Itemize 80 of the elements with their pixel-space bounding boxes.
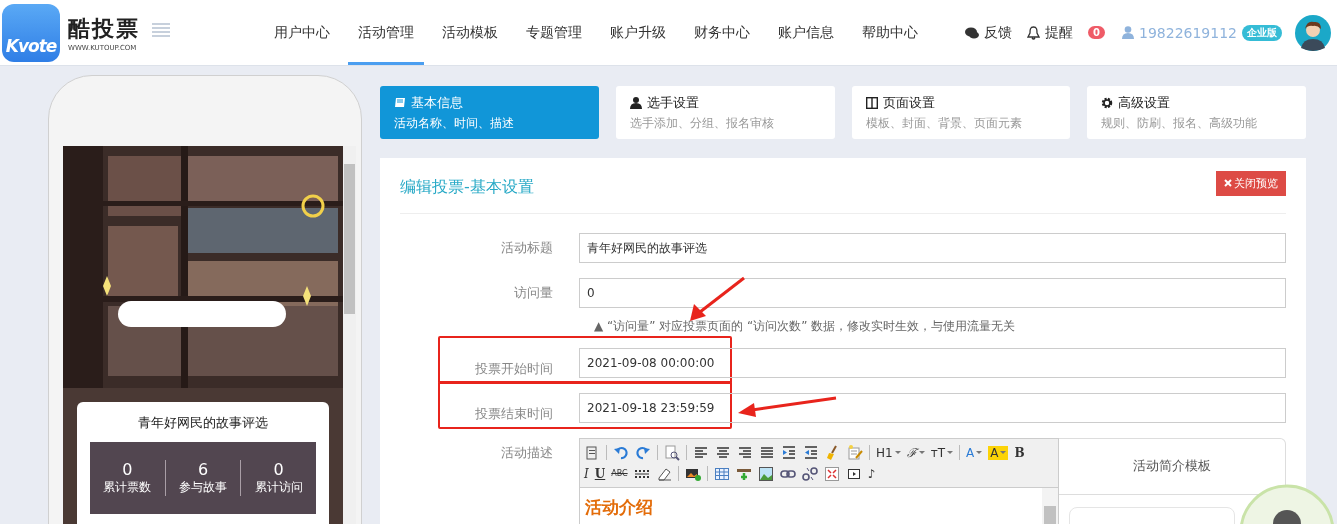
stat-label: 累计访问 bbox=[254, 479, 303, 496]
justify-icon[interactable] bbox=[759, 444, 775, 461]
stat-value: 6 bbox=[197, 460, 209, 479]
hint-text: ▲ “访问量” 对应投票页面的 “访问次数” 数据，修改实时生效，与使用流量无关 bbox=[594, 318, 1017, 335]
field-label: 访问量 bbox=[514, 284, 553, 302]
close-icon bbox=[1224, 179, 1232, 187]
columns-icon bbox=[865, 97, 878, 109]
nav-link[interactable]: 活动管理 bbox=[348, 0, 424, 65]
book-icon bbox=[394, 97, 406, 109]
scrollbar[interactable] bbox=[343, 146, 356, 524]
rich-text-editor[interactable]: H1 ℱ тT A A B I U ABC ♪ 活动介绍 bbox=[579, 438, 1059, 524]
image-icon[interactable] bbox=[757, 465, 774, 482]
user-icon bbox=[1122, 26, 1134, 39]
step-subtitle: 活动名称、时间、描述 bbox=[394, 116, 515, 131]
field-label: 投票结束时间 bbox=[475, 405, 553, 423]
step-title: 基本信息 bbox=[411, 94, 463, 112]
field-label: 活动描述 bbox=[501, 444, 553, 462]
indent-icon[interactable] bbox=[781, 444, 797, 461]
toolbar-button[interactable]: I bbox=[584, 466, 589, 481]
stat-value: 0 bbox=[273, 460, 284, 479]
fullscreen-icon[interactable] bbox=[823, 465, 840, 482]
floating-widget-icon[interactable] bbox=[1239, 484, 1335, 524]
step-tab[interactable]: 页面设置 模板、封面、背景、页面元素 bbox=[851, 86, 1071, 139]
settings-icon bbox=[1101, 97, 1114, 109]
toolbar-button[interactable]: ℱ bbox=[906, 444, 925, 461]
user-icon bbox=[629, 97, 642, 109]
plan-badge: 企业版 bbox=[1242, 24, 1282, 41]
logo-text: 酷投票 bbox=[68, 14, 140, 43]
input-field[interactable]: 0 bbox=[579, 278, 1286, 308]
step-tab[interactable]: 高级设置 规则、防刷、报名、高级功能 bbox=[1087, 86, 1306, 139]
nav-link[interactable]: 帮助中心 bbox=[852, 0, 928, 65]
align-center-icon[interactable] bbox=[715, 444, 731, 461]
editor-heading: 活动介绍 bbox=[585, 497, 653, 517]
toolbar-button[interactable]: H1 bbox=[876, 445, 901, 460]
panel-title: 编辑投票-基本设置 bbox=[400, 176, 534, 198]
stat-label: 累计票数 bbox=[103, 479, 152, 496]
input-field[interactable]: 青年好网民的故事评选 bbox=[579, 233, 1286, 263]
nav-link[interactable]: 活动模板 bbox=[432, 0, 508, 65]
toolbar-button[interactable]: B bbox=[1014, 445, 1025, 460]
nav-link[interactable]: 账户信息 bbox=[768, 0, 844, 65]
align-right-icon[interactable] bbox=[737, 444, 753, 461]
chat-icon bbox=[965, 26, 980, 39]
preview-title: 青年好网民的故事评选 bbox=[137, 414, 269, 432]
toolbar-button[interactable]: U bbox=[594, 466, 606, 481]
table-icon[interactable] bbox=[713, 465, 730, 482]
unlink-icon[interactable] bbox=[801, 465, 818, 482]
undo-icon[interactable] bbox=[613, 444, 629, 461]
reminder-link[interactable]: 提醒 bbox=[1045, 23, 1074, 42]
input-field[interactable]: 2021-09-18 23:59:59 bbox=[579, 393, 1286, 423]
nav-link[interactable]: 专题管理 bbox=[516, 0, 592, 65]
bell-icon bbox=[1027, 25, 1041, 40]
redo-icon[interactable] bbox=[635, 444, 651, 461]
stat-value: 0 bbox=[122, 460, 133, 479]
step-title: 高级设置 bbox=[1118, 94, 1171, 112]
nav-link[interactable]: 账户升级 bbox=[600, 0, 676, 65]
align-left-icon[interactable] bbox=[693, 444, 709, 461]
toolbar-button[interactable]: ♪ bbox=[867, 466, 876, 481]
toolbar-button[interactable]: тT bbox=[930, 445, 953, 460]
feedback-link[interactable]: 反馈 bbox=[984, 23, 1013, 42]
step-subtitle: 选手添加、分组、报名审核 bbox=[629, 116, 775, 131]
reminder-count: 0 bbox=[1088, 26, 1105, 39]
toolbar-button[interactable]: ABC bbox=[611, 469, 628, 478]
step-title: 页面设置 bbox=[882, 94, 935, 112]
close-preview-button[interactable]: 关闭预览 bbox=[1216, 170, 1286, 196]
nav-link[interactable]: 财务中心 bbox=[684, 0, 760, 65]
field-label: 投票开始时间 bbox=[475, 360, 553, 378]
stat-label: 参与故事 bbox=[179, 479, 227, 496]
nav-link[interactable]: 用户中心 bbox=[264, 0, 340, 65]
outdent-icon[interactable] bbox=[803, 444, 819, 461]
step-tab[interactable]: 选手设置 选手添加、分组、报名审核 bbox=[615, 86, 835, 139]
toolbar-button[interactable]: A bbox=[966, 445, 983, 460]
field-label: 活动标题 bbox=[501, 239, 553, 257]
input-field[interactable]: 2021-09-08 00:00:00 bbox=[579, 348, 1286, 378]
step-subtitle: 模板、封面、背景、页面元素 bbox=[865, 116, 1023, 131]
preview-icon[interactable] bbox=[664, 444, 680, 461]
step-subtitle: 规则、防刷、报名、高级功能 bbox=[1101, 116, 1259, 131]
step-title: 选手设置 bbox=[646, 94, 699, 112]
paste-icon[interactable] bbox=[584, 444, 600, 461]
avatar[interactable] bbox=[1295, 14, 1331, 51]
toolbar-button[interactable]: A bbox=[988, 445, 1009, 460]
